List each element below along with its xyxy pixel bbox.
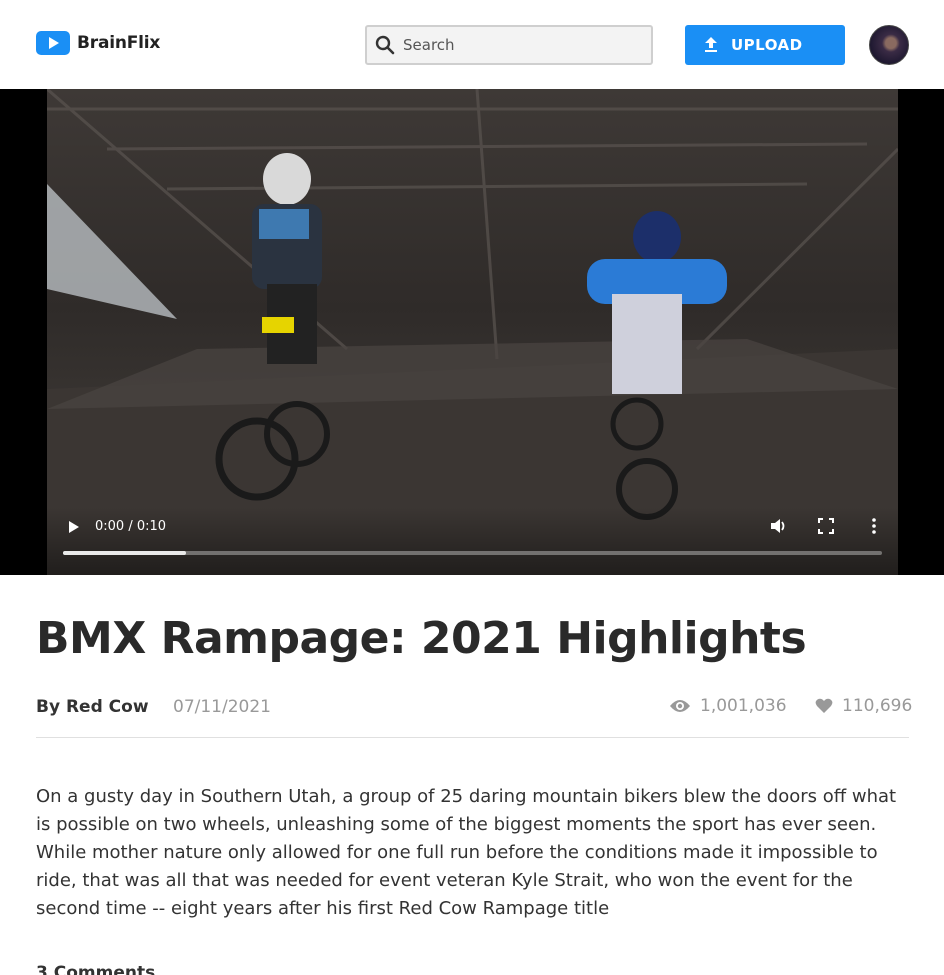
user-avatar[interactable] xyxy=(869,25,909,65)
video-time: 0:00 / 0:10 xyxy=(95,519,167,534)
video-player[interactable]: 0:00 / 0:10 xyxy=(0,89,944,575)
eye-icon xyxy=(670,700,690,712)
brainflix-logo[interactable]: BrainFlix xyxy=(36,31,160,55)
search-input[interactable] xyxy=(403,36,633,54)
video-description: On a gusty day in Southern Utah, a group… xyxy=(36,786,897,919)
upload-icon xyxy=(705,37,717,52)
views-stat: 1,001,036 xyxy=(669,696,787,716)
details-divider xyxy=(36,737,909,738)
views-count: 1,001,036 xyxy=(700,696,787,716)
video-poster-image xyxy=(47,89,898,575)
likes-stat: 110,696 xyxy=(815,696,912,716)
play-icon[interactable] xyxy=(65,519,81,535)
upload-button[interactable]: UPLOAD xyxy=(685,25,845,65)
upload-button-label: UPLOAD xyxy=(731,36,803,54)
play-logo-icon xyxy=(36,31,70,55)
comments-count: 3 Comments xyxy=(36,963,156,975)
search-icon xyxy=(375,35,395,55)
site-header: BrainFlix UPLOAD xyxy=(0,0,944,89)
fullscreen-icon[interactable] xyxy=(818,518,834,534)
video-progress-bar[interactable] xyxy=(63,551,882,555)
video-title: BMX Rampage: 2021 Highlights xyxy=(36,613,807,664)
volume-icon[interactable] xyxy=(769,517,787,535)
upload-date: 07/11/2021 xyxy=(173,697,271,717)
video-progress-fill xyxy=(63,551,186,555)
logo-text: BrainFlix xyxy=(77,33,161,53)
heart-icon[interactable] xyxy=(815,698,833,714)
video-controls: 0:00 / 0:10 xyxy=(47,507,898,575)
likes-count: 110,696 xyxy=(842,696,913,716)
more-options-icon[interactable] xyxy=(869,517,879,535)
channel-name: By Red Cow xyxy=(36,697,149,717)
search-box[interactable] xyxy=(365,25,653,65)
video-frame[interactable] xyxy=(47,89,898,575)
